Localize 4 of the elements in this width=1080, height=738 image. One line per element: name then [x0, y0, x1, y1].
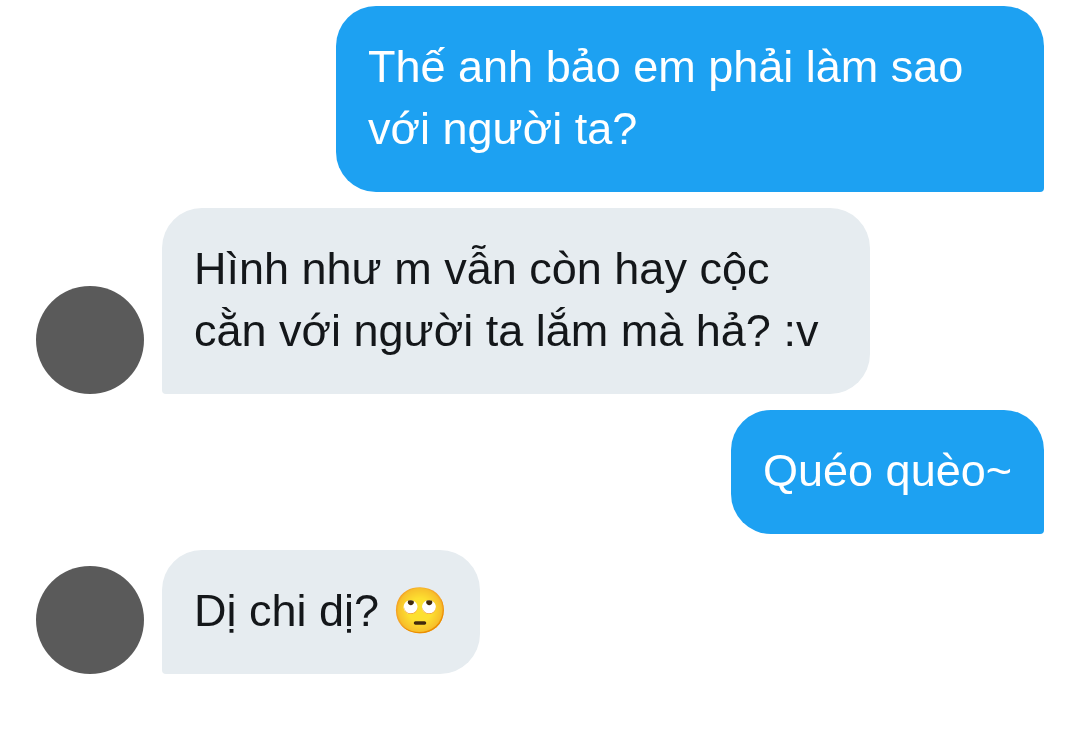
sent-message: Thế anh bảo em phải làm sao với người ta?: [336, 6, 1044, 192]
received-message: Hình như m vẫn còn hay cộc cằn với người ta lắm mà hả? :v: [162, 208, 870, 394]
sent-message: Quéo quèo~: [731, 410, 1044, 534]
received-message: Dị chi dị? 🙄: [162, 550, 480, 674]
